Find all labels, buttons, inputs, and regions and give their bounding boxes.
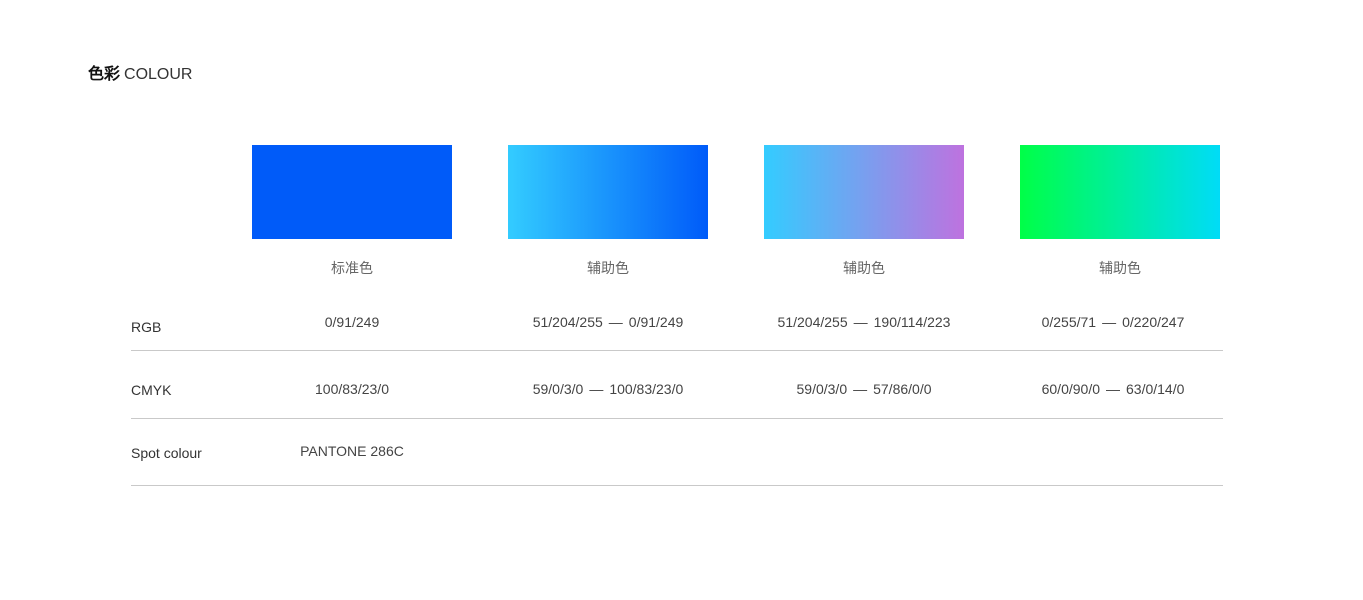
rgb-from: 0/255/71 [1041,314,1097,330]
swatch-standard [252,145,452,239]
rgb-separator: — [853,314,868,330]
cmyk-from: 60/0/90/0 [1041,381,1100,397]
title-en: COLOUR [124,66,193,83]
rgb-separator: — [608,314,623,330]
spot-colour-value: PANTONE 286C [300,443,404,459]
rgb-from: 51/204/255 [532,314,603,330]
swatch-label-auxiliary-1: 辅助色 [587,260,629,276]
row-label-cmyk: CMYK [131,382,172,398]
row-label-spot-colour: Spot colour [131,445,202,461]
cmyk-from: 59/0/3/0 [532,381,584,397]
cmyk-from: 100/83/23/0 [315,381,389,397]
page-title: 色彩 COLOUR [88,65,192,85]
cmyk-value-auxiliary-1: 59/0/3/0 — 100/83/23/0 [488,380,728,398]
rgb-separator: — [1102,314,1117,330]
cmyk-value-standard: 100/83/23/0 [232,380,472,398]
row-divider [131,350,1223,351]
cmyk-separator: — [589,381,604,397]
rgb-from: 51/204/255 [777,314,848,330]
swatch-label-auxiliary-2: 辅助色 [843,260,885,276]
swatch-label-auxiliary-3: 辅助色 [1099,260,1141,276]
row-divider [131,418,1223,419]
rgb-value-auxiliary-2: 51/204/255 — 190/114/223 [744,313,984,331]
swatch-auxiliary-2 [764,145,964,239]
cmyk-separator: — [1106,381,1120,397]
rgb-value-auxiliary-3: 0/255/71 — 0/220/247 [993,313,1233,331]
cmyk-to: 57/86/0/0 [873,381,932,397]
row-label-rgb: RGB [131,319,162,335]
cmyk-to: 100/83/23/0 [609,381,684,397]
rgb-value-standard: 0/91/249 [232,313,472,331]
title-cn: 色彩 [88,66,121,83]
cmyk-value-auxiliary-2: 59/0/3/0 — 57/86/0/0 [744,380,984,398]
row-divider [131,485,1223,486]
rgb-to: 0/91/249 [628,314,684,330]
rgb-to: 190/114/223 [873,314,951,330]
cmyk-to: 63/0/14/0 [1126,381,1185,397]
cmyk-from: 59/0/3/0 [796,381,848,397]
swatch-auxiliary-1 [508,145,708,239]
rgb-from: 0/91/249 [324,314,380,330]
swatch-label-standard: 标准色 [331,260,373,276]
rgb-to: 0/220/247 [1122,314,1185,330]
cmyk-separator: — [853,381,868,397]
swatch-auxiliary-3 [1020,145,1220,239]
rgb-value-auxiliary-1: 51/204/255 — 0/91/249 [488,313,728,331]
cmyk-value-auxiliary-3: 60/0/90/0 — 63/0/14/0 [993,380,1233,398]
